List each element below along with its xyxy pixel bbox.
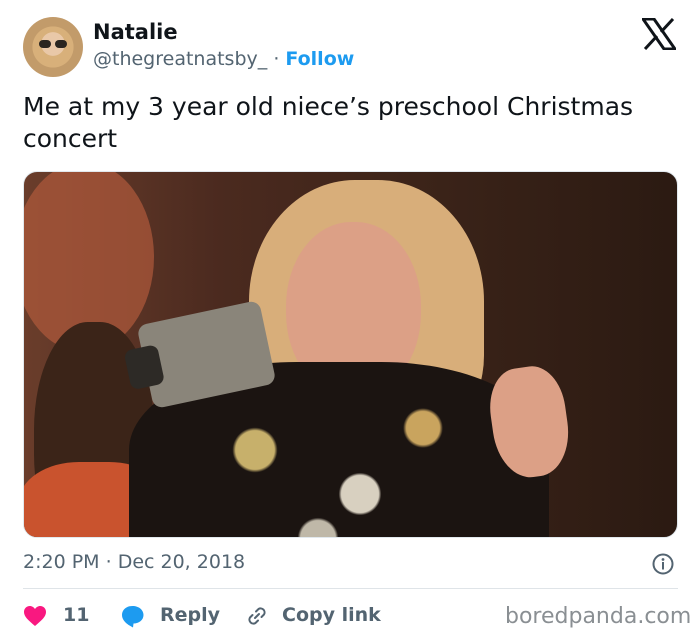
reply-button[interactable]: Reply	[160, 604, 220, 626]
x-logo-icon[interactable]	[642, 18, 676, 50]
info-icon[interactable]	[652, 553, 674, 575]
tweet-timestamp[interactable]: 2:20 PM · Dec 20, 2018	[23, 551, 245, 573]
handle-separator: ·	[273, 48, 280, 70]
author-handle-row: @thegreatnatsby_ · Follow	[93, 48, 354, 70]
link-icon[interactable]	[245, 604, 269, 628]
heart-icon[interactable]	[23, 605, 47, 627]
like-count[interactable]: 11	[63, 604, 89, 626]
sunglasses-icon	[39, 40, 67, 48]
meta-separator: ·	[105, 551, 112, 573]
divider	[23, 588, 678, 589]
watermark: boredpanda.com	[505, 604, 692, 629]
copy-link-button[interactable]: Copy link	[282, 604, 381, 626]
author-name[interactable]: Natalie	[93, 20, 178, 44]
follow-button[interactable]: Follow	[285, 48, 354, 70]
reply-bubble-icon[interactable]	[120, 604, 145, 629]
tweet-text: Me at my 3 year old niece’s preschool Ch…	[23, 92, 634, 153]
avatar[interactable]	[23, 17, 83, 77]
author-handle[interactable]: @thegreatnatsby_	[93, 48, 267, 70]
tweet-date: Dec 20, 2018	[117, 551, 246, 573]
tweet-photo[interactable]	[23, 171, 678, 538]
tweet-time: 2:20 PM	[23, 551, 100, 573]
